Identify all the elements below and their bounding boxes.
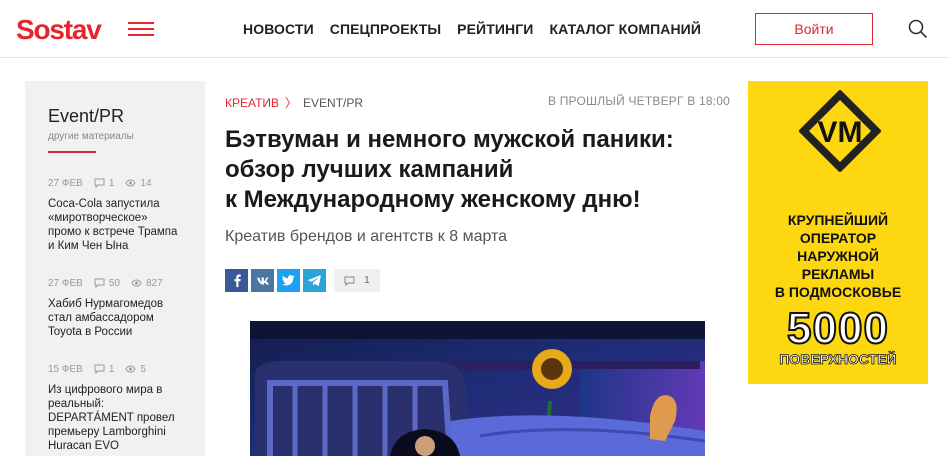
item-comments: 1 [108,177,115,189]
comment-icon [344,276,355,286]
breadcrumb-separator: 〉 [285,96,298,110]
item-views: 14 [140,177,152,189]
search-icon[interactable] [908,19,928,39]
article-subtitle: Креатив брендов и агентств к 8 марта [225,228,508,245]
telegram-icon [308,275,321,286]
views-icon [125,365,136,373]
main-nav: НОВОСТИ СПЕЦПРОЕКТЫ РЕЙТИНГИ КАТАЛОГ КОМ… [243,21,717,37]
comments-counter[interactable]: 1 [334,269,380,292]
ad-line: КРУПНЕЙШИЙ [787,212,889,228]
nav-item-ratings[interactable]: РЕЙТИНГИ [457,21,533,37]
ad-logo-text: VM [818,116,863,149]
article-date: В ПРОШЛЫЙ ЧЕТВЕРГ В 18:00 [547,94,730,108]
item-date: 27 ФЕВ [48,277,83,289]
ad-big-number: 5000 [786,304,889,353]
item-meta: 27 ФЕВ 1 14 [48,177,182,189]
twitter-icon [282,275,295,286]
login-button[interactable]: Войти [755,13,873,45]
list-item[interactable]: 27 ФЕВ 50 827 Хабиб Нурмагомедов стал ам… [48,277,182,339]
item-comments: 50 [108,277,120,289]
sidebar-subtitle: другие материалы [48,131,134,142]
share-twitter-button[interactable] [277,269,300,292]
ad-headline: КРУПНЕЙШИЙ ОПЕРАТОР НАРУЖНОЙ РЕКЛАМЫ В П… [748,211,928,301]
nav-item-news[interactable]: НОВОСТИ [243,21,314,37]
ad-line: РЕКЛАМЫ [801,266,875,282]
article-title-line: Бэтвуман и немного мужской паники: [225,126,674,153]
item-comments: 1 [108,363,115,375]
item-title[interactable]: Из цифрового мира в реальный: DEPARTÁMEN… [48,383,182,453]
item-date: 27 ФЕВ [48,177,83,189]
sidebar-underline [48,151,96,153]
comments-count: 1 [364,275,370,286]
item-meta: 15 ФЕВ 1 5 [48,363,182,375]
hamburger-menu-icon[interactable] [128,22,154,36]
facebook-icon [233,274,241,287]
article-title-line: к Международному женскому дню! [225,186,641,213]
list-item[interactable]: 15 ФЕВ 1 5 Из цифрового мира в реальный:… [48,363,182,453]
comment-icon [94,364,105,374]
vm-logo-icon: VM [799,90,881,172]
share-vk-button[interactable] [251,269,274,292]
ad-banner[interactable]: VM КРУПНЕЙШИЙ ОПЕРАТОР НАРУЖНОЙ РЕКЛАМЫ … [748,81,928,384]
item-views: 827 [145,277,163,289]
ad-line: НАРУЖНОЙ [797,248,879,264]
list-item[interactable]: 27 ФЕВ 1 14 Coca-Cola запустила «миротво… [48,177,182,253]
item-title[interactable]: Coca-Cola запустила «миротворческое» про… [48,197,182,253]
comment-icon [94,178,105,188]
vk-icon [257,277,269,285]
views-icon [131,279,142,287]
share-telegram-button[interactable] [303,269,326,292]
nav-item-company-catalog[interactable]: КАТАЛОГ КОМПАНИЙ [549,21,701,37]
site-logo[interactable]: Sostav [16,14,102,46]
sidebar-title[interactable]: Event/PR [48,106,182,127]
item-meta: 27 ФЕВ 50 827 [48,277,182,289]
sidebar-related: Event/PR другие материалы 27 ФЕВ 1 14 Co… [25,81,205,456]
nav-item-specprojects[interactable]: СПЕЦПРОЕКТЫ [330,21,441,37]
breadcrumb-category[interactable]: КРЕАТИВ [225,96,279,110]
article-title-line: обзор лучших кампаний [225,156,514,183]
article-title: Бэтвуман и немного мужской паники: обзор… [225,125,730,215]
ad-big-caption: ПОВЕРХНОСТЕЙ [779,351,897,368]
breadcrumb-section[interactable]: EVENT/PR [303,96,363,110]
site-header: Sostav НОВОСТИ СПЕЦПРОЕКТЫ РЕЙТИНГИ КАТА… [0,0,950,58]
comment-icon [94,278,105,288]
item-views: 5 [140,363,146,375]
item-title[interactable]: Хабиб Нурмагомедов стал амбассадором Toy… [48,297,182,339]
item-date: 15 ФЕВ [48,363,83,375]
share-facebook-button[interactable] [225,269,248,292]
article-illustration [250,321,705,456]
breadcrumb: КРЕАТИВ 〉 EVENT/PR [225,94,363,111]
views-icon [125,179,136,187]
ad-line: ОПЕРАТОР [799,230,877,246]
ad-line: В ПОДМОСКОВЬЕ [774,284,902,300]
share-bar: 1 [225,269,380,292]
